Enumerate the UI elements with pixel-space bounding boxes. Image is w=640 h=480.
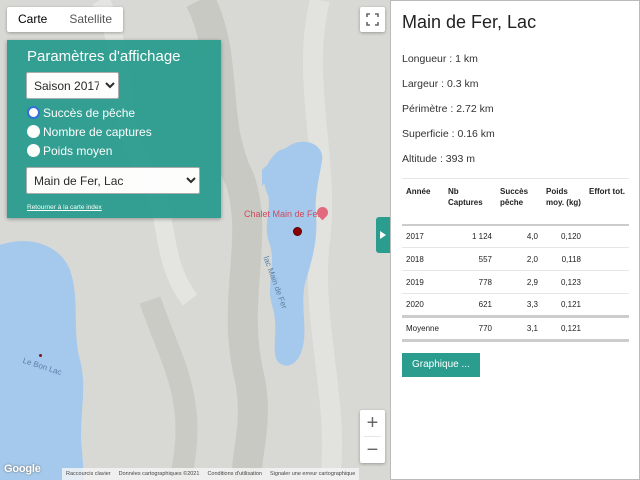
stat-length: Longueur : 1 km: [402, 53, 478, 65]
cell-weight: 0,121: [542, 293, 585, 317]
cell-avg-label: Moyenne: [402, 315, 444, 342]
chevron-right-icon: [380, 231, 386, 239]
cell-avg-success: 3,1: [496, 315, 542, 342]
cell-year: 2019: [402, 270, 444, 294]
stat-width: Largeur : 0.3 km: [402, 78, 479, 90]
cell-success: 2,0: [496, 247, 542, 271]
map-view[interactable]: Carte Satellite Paramètres d'affichage S…: [0, 0, 390, 480]
radio-average-weight[interactable]: Poids moyen: [27, 141, 201, 160]
cell-avg-weight: 0,121: [542, 315, 585, 342]
return-index-link[interactable]: Retourner à la carte index: [27, 204, 201, 211]
radio-label: Poids moyen: [43, 143, 113, 158]
fullscreen-icon: [366, 13, 379, 26]
settings-title: Paramètres d'affichage: [27, 48, 181, 65]
cell-catches: 621: [444, 293, 496, 317]
table-header-row: Année Nb Captures Succès pêche Poids moy…: [402, 178, 629, 226]
stat-area: Superficie : 0.16 km: [402, 128, 495, 140]
fullscreen-button[interactable]: [360, 7, 385, 32]
table-average-row: Moyenne 770 3,1 0,121: [402, 315, 629, 342]
cell-success: 2,9: [496, 270, 542, 294]
radio-checked-icon: [27, 106, 40, 119]
cell-avg-effort: [585, 315, 629, 342]
lake-info-panel: Main de Fer, Lac Longueur : 1 km Largeur…: [390, 0, 640, 480]
zoom-in-button[interactable]: +: [360, 410, 385, 436]
cell-effort: [585, 247, 629, 271]
cell-weight: 0,118: [542, 247, 585, 271]
zoom-control: + −: [360, 410, 385, 463]
cell-year: 2018: [402, 247, 444, 271]
graph-button[interactable]: Graphique ...: [402, 353, 480, 377]
lake-marker[interactable]: [293, 227, 302, 236]
cell-catches: 778: [444, 270, 496, 294]
tab-satellite[interactable]: Satellite: [58, 7, 123, 32]
lake-title: Main de Fer, Lac: [402, 12, 537, 32]
radio-catch-count[interactable]: Nombre de captures: [27, 122, 201, 141]
map-attribution: Raccourcis clavier Données cartographiqu…: [62, 468, 360, 480]
cell-success: 4,0: [496, 224, 542, 248]
cell-effort: [585, 270, 629, 294]
col-year: Année: [402, 178, 444, 226]
cell-effort: [585, 224, 629, 248]
cell-catches: 1 124: [444, 224, 496, 248]
radio-label: Succès de pêche: [43, 105, 136, 120]
cell-success: 3,3: [496, 293, 542, 317]
cell-effort: [585, 293, 629, 317]
stat-perimeter: Périmètre : 2.72 km: [402, 103, 494, 115]
map-data-text: Données cartographiques ©2021: [118, 471, 200, 477]
cell-year: 2020: [402, 293, 444, 317]
display-settings-panel: Paramètres d'affichage Saison 2017 Succè…: [7, 40, 221, 218]
col-weight: Poids moy. (kg): [542, 178, 585, 226]
table-row: 2020 621 3,3 0,121: [402, 293, 629, 317]
metric-radio-group: Succès de pêche Nombre de captures Poids…: [27, 103, 201, 160]
col-catches: Nb Captures: [444, 178, 496, 226]
lake-select[interactable]: Main de Fer, Lac: [26, 167, 200, 194]
table-row: 2019 778 2,9 0,123: [402, 270, 629, 294]
location-dot: [39, 354, 42, 357]
radio-unchecked-icon: [27, 144, 40, 157]
cell-weight: 0,123: [542, 270, 585, 294]
col-effort: Effort tot.: [585, 178, 629, 226]
radio-fishing-success[interactable]: Succès de pêche: [27, 103, 201, 122]
cell-year: 2017: [402, 224, 444, 248]
season-select[interactable]: Saison 2017: [26, 72, 119, 99]
panel-toggle-button[interactable]: [376, 217, 390, 253]
map-type-control: Carte Satellite: [7, 7, 124, 32]
cell-weight: 0,120: [542, 224, 585, 248]
cell-avg-catches: 770: [444, 315, 496, 342]
radio-unchecked-icon: [27, 125, 40, 138]
col-success: Succès pêche: [496, 178, 542, 226]
google-logo: Google: [4, 463, 41, 475]
stat-altitude: Altitude : 393 m: [402, 153, 475, 165]
zoom-out-button[interactable]: −: [360, 437, 385, 463]
poi-label: Chalet Main de Fer: [244, 209, 321, 219]
radio-label: Nombre de captures: [43, 124, 152, 139]
terms-link[interactable]: Conditions d'utilisation: [203, 471, 266, 477]
table-row: 2017 1 124 4,0 0,120: [402, 224, 629, 248]
cell-catches: 557: [444, 247, 496, 271]
tab-carte[interactable]: Carte: [7, 7, 58, 32]
keyboard-shortcuts-link[interactable]: Raccourcis clavier: [62, 471, 115, 477]
table-row: 2018 557 2,0 0,118: [402, 247, 629, 271]
report-error-link[interactable]: Signaler une erreur cartographique: [266, 471, 359, 477]
catch-stats-table: Année Nb Captures Succès pêche Poids moy…: [402, 178, 629, 342]
